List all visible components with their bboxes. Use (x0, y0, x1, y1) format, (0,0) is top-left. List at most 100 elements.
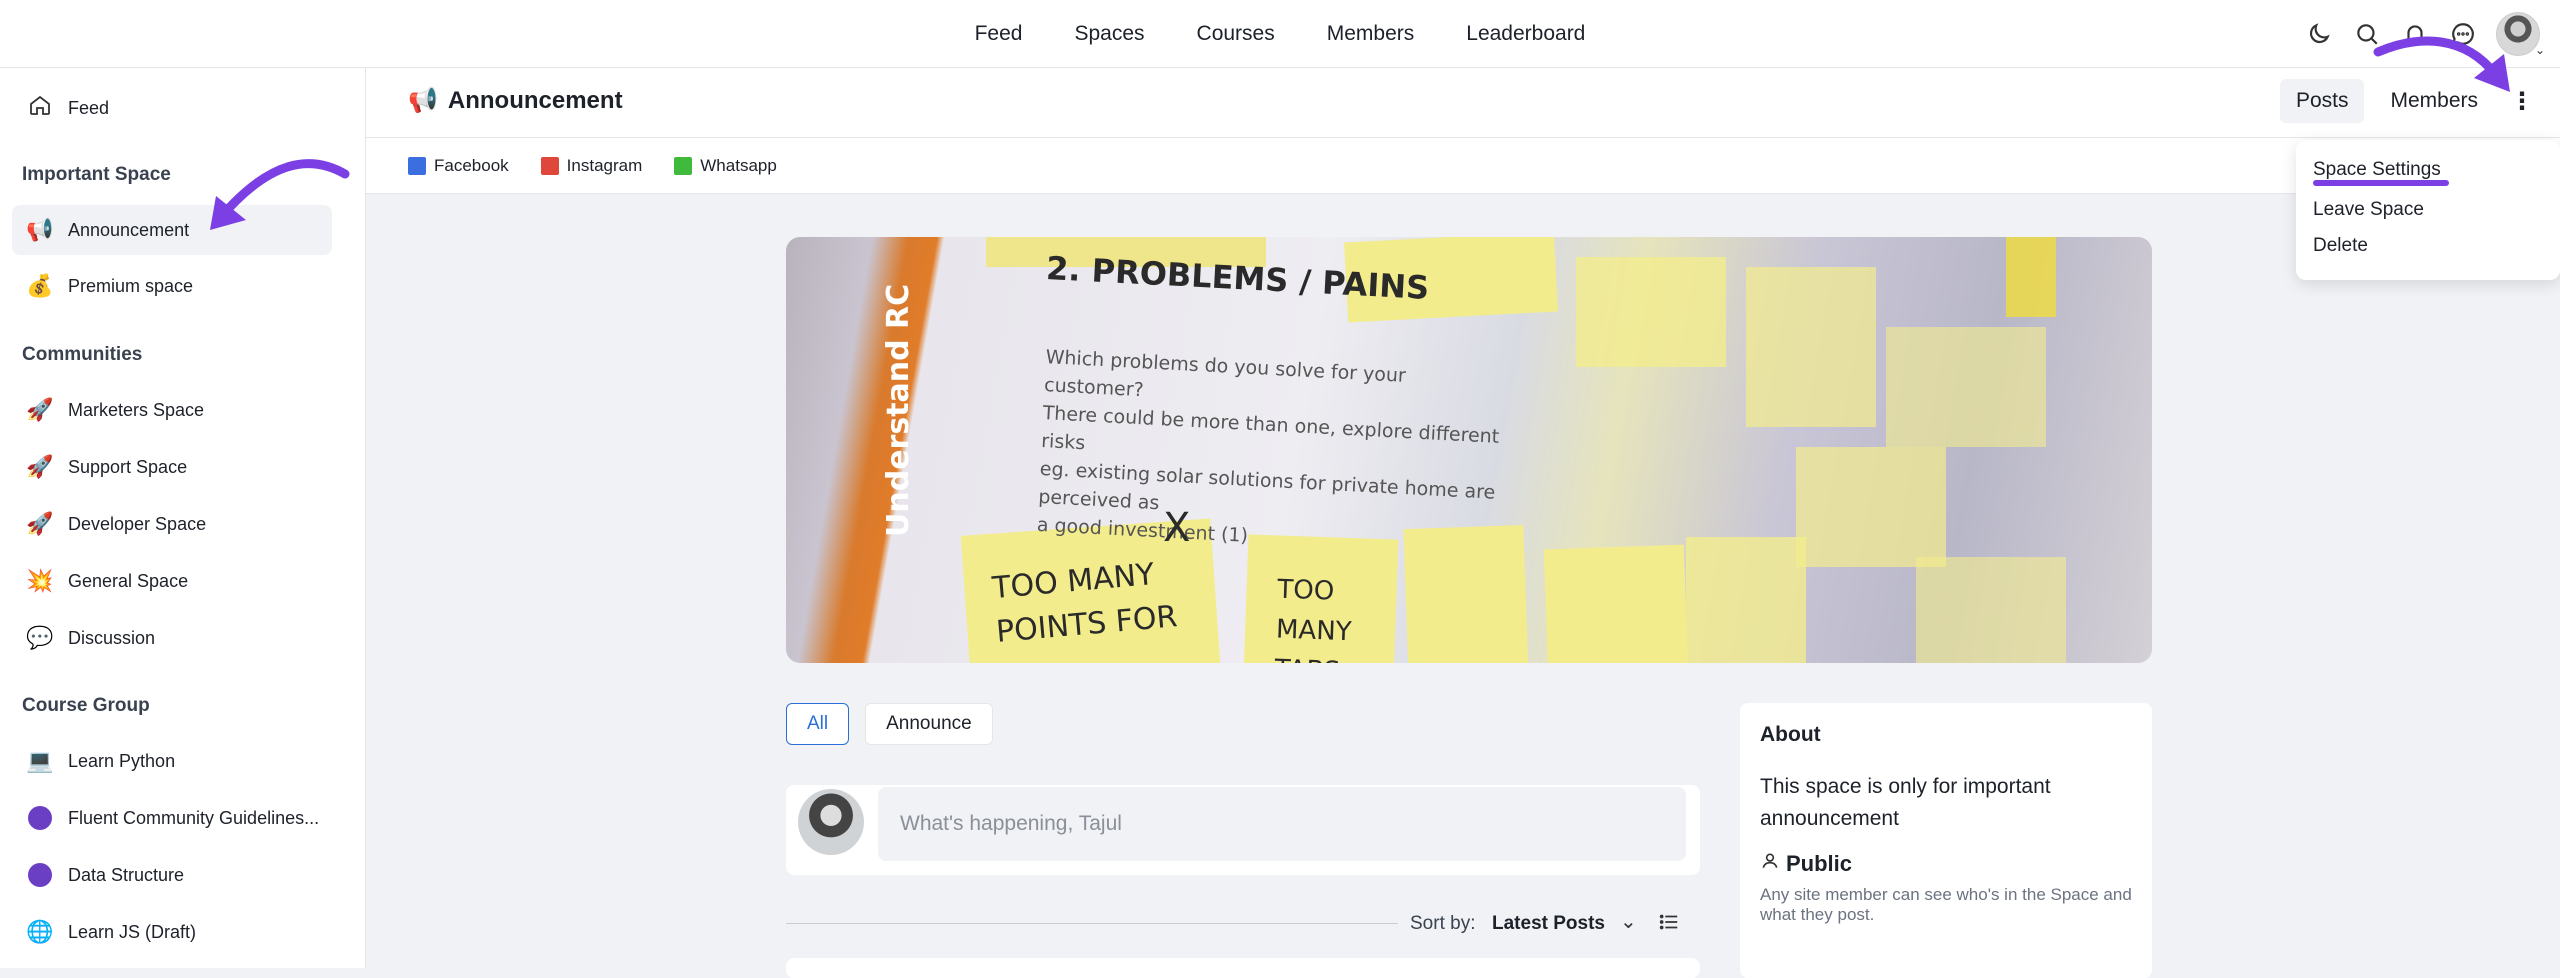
top-bar: Feed Spaces Courses Members Leaderboard … (0, 0, 2560, 68)
link-facebook[interactable]: Facebook (408, 156, 509, 176)
globe-icon: 🌐 (26, 919, 54, 944)
more-options-icon[interactable]: ⋮ (2504, 83, 2540, 119)
chat-icon[interactable] (2448, 19, 2478, 49)
menu-item-leave-space[interactable]: Leave Space (2296, 192, 2560, 228)
nav-spaces[interactable]: Spaces (1074, 22, 1144, 46)
section-heading-communities: Communities (22, 344, 143, 365)
link-label: Facebook (434, 155, 509, 175)
purple-dot-icon (28, 806, 52, 830)
privacy-label: Public (1786, 851, 1853, 876)
sidebar-item-discussion[interactable]: 💬 Discussion (12, 613, 332, 663)
link-label: Instagram (566, 155, 643, 175)
space-tabs: Posts Members ⋮ (2279, 79, 2540, 123)
sidebar: Feed Important Space 📢 Announcement 💰 Pr… (0, 68, 366, 968)
sidebar-item-label: Feed (68, 97, 110, 118)
about-description: This space is only for important announc… (1760, 775, 2051, 830)
list-view-icon[interactable] (1658, 911, 1680, 933)
nav-courses[interactable]: Courses (1197, 22, 1275, 46)
privacy-description: Any site member can see who's in the Spa… (1760, 885, 2132, 924)
menu-item-delete[interactable]: Delete (2296, 228, 2560, 264)
sidebar-item-label: Data Structure (68, 864, 185, 885)
rocket-icon: 🚀 (26, 511, 54, 536)
page-title: 📢 Announcement (408, 86, 623, 115)
moon-icon[interactable] (2304, 19, 2334, 49)
about-card: About This space is only for important a… (1740, 703, 2152, 978)
divider (786, 923, 1398, 924)
sidebar-item-label: General Space (68, 570, 189, 591)
tab-posts[interactable]: Posts (2279, 79, 2365, 123)
space-links-bar: Facebook Instagram Whatsapp (366, 138, 2560, 194)
nav-members[interactable]: Members (1327, 22, 1415, 46)
sidebar-item-label: Fluent Community Guidelines... (68, 807, 320, 828)
sidebar-item-fluent-community-guidelines[interactable]: Fluent Community Guidelines... (12, 793, 332, 843)
public-icon (1760, 851, 1780, 877)
avatar (798, 789, 864, 855)
sidebar-item-label: Support Space (68, 456, 188, 477)
whatsapp-icon (674, 156, 693, 175)
post-filters: All Announce (786, 703, 993, 745)
sticky-note (1746, 267, 1876, 427)
sort-row: Sort by: Latest Posts ⌄ (786, 905, 1700, 941)
rocket-icon: 🚀 (26, 397, 54, 422)
money-bag-icon: 💰 (26, 273, 54, 298)
facebook-icon (408, 156, 426, 175)
filter-all[interactable]: All (786, 703, 850, 745)
rocket-icon: 🚀 (26, 454, 54, 479)
sidebar-item-learn-python[interactable]: 💻 Learn Python (12, 736, 332, 786)
instagram-icon (540, 156, 559, 175)
section-heading-important: Important Space (22, 164, 171, 185)
annotation-underline (2313, 180, 2449, 186)
megaphone-icon: 📢 (26, 217, 54, 242)
cover-mark: X (1163, 505, 1191, 551)
space-options-menu: Space Settings Leave Space Delete (2296, 140, 2560, 280)
sticky-note (1886, 327, 2046, 447)
sticky-note (2006, 237, 2056, 317)
link-label: Whatsapp (700, 155, 777, 175)
link-whatsapp[interactable]: Whatsapp (674, 156, 777, 176)
top-nav: Feed Spaces Courses Members Leaderboard (0, 0, 2560, 68)
sort-select[interactable]: Latest Posts (1492, 913, 1605, 935)
section-heading-course-group: Course Group (22, 695, 150, 716)
sidebar-item-feed[interactable]: Feed (12, 83, 332, 133)
tab-members[interactable]: Members (2374, 79, 2494, 123)
search-icon[interactable] (2352, 19, 2382, 49)
cover-side-text: Understand RC (881, 283, 916, 537)
sidebar-item-label: Marketers Space (68, 399, 205, 420)
sidebar-item-announcement[interactable]: 📢 Announcement (12, 205, 332, 255)
cover-image: 2. PROBLEMS / PAINS Understand RC Which … (786, 237, 2152, 663)
sidebar-item-developer-space[interactable]: 🚀 Developer Space (12, 499, 332, 549)
chevron-down-icon[interactable]: ⌄ (1620, 909, 1637, 934)
sidebar-item-general-space[interactable]: 💥 General Space (12, 556, 332, 606)
link-instagram[interactable]: Instagram (540, 155, 643, 176)
sticky-note (1916, 557, 2066, 663)
purple-dot-icon (28, 863, 52, 887)
sidebar-item-support-space[interactable]: 🚀 Support Space (12, 442, 332, 492)
cover-body: Which problems do you solve for your cus… (1036, 343, 1506, 563)
sticky-note (1686, 537, 1806, 663)
sidebar-item-label: Developer Space (68, 513, 207, 534)
cover-note2: TOO MANY TABS (1274, 574, 1353, 663)
sidebar-item-learn-js[interactable]: 🌐 Learn JS (Draft) (12, 907, 332, 957)
sticky-note (1796, 447, 1946, 567)
space-header: 📢 Announcement Posts Members ⋮ (366, 68, 2560, 138)
sidebar-item-label: Learn JS (Draft) (68, 921, 197, 942)
user-avatar[interactable]: ⌄ (2496, 12, 2545, 57)
sticky-note (1576, 257, 1726, 367)
about-title: About (1760, 723, 1821, 746)
sidebar-item-marketers-space[interactable]: 🚀 Marketers Space (12, 385, 332, 435)
sidebar-item-label: Announcement (68, 219, 190, 240)
sidebar-item-label: Premium space (68, 275, 194, 296)
bell-icon[interactable] (2400, 19, 2430, 49)
sidebar-item-premium-space[interactable]: 💰 Premium space (12, 261, 332, 311)
space-title-text: Announcement (447, 86, 623, 114)
feed-card (786, 958, 1700, 978)
sidebar-item-data-structure[interactable]: Data Structure (12, 850, 332, 900)
nav-feed[interactable]: Feed (975, 22, 1023, 46)
post-input[interactable] (878, 787, 1686, 861)
filter-announce[interactable]: Announce (865, 703, 993, 745)
sidebar-item-label: Discussion (68, 627, 156, 648)
sidebar-item-label: Learn Python (68, 750, 176, 771)
privacy-row: Public (1760, 851, 2132, 877)
megaphone-icon: 📢 (408, 87, 438, 114)
nav-leaderboard[interactable]: Leaderboard (1466, 22, 1585, 46)
